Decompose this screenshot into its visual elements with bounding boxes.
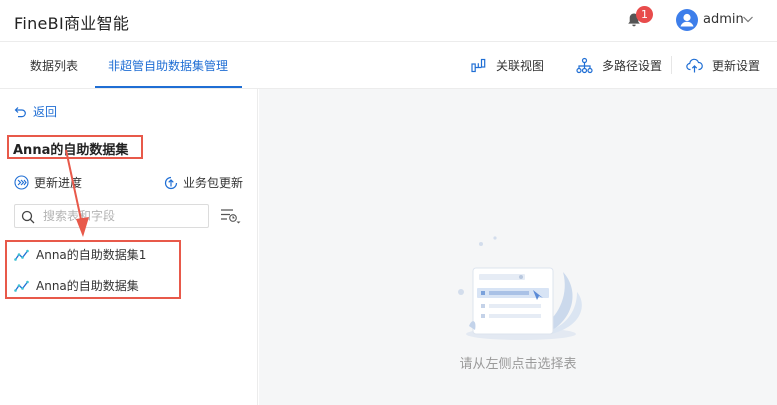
search-box[interactable] (14, 204, 209, 228)
left-panel: 返回 Anna的自助数据集 更新进度 业务包更新 搜索表和字段 Anna的自助数… (0, 89, 258, 405)
tab-data-list[interactable]: 数据列表 (30, 57, 78, 74)
notification-badge: 1 (636, 6, 653, 23)
back-link[interactable]: 返回 (14, 103, 57, 120)
line-chart-icon (14, 249, 29, 261)
package-update-button[interactable]: 业务包更新 (163, 174, 243, 191)
refresh-up-icon (164, 176, 178, 189)
avatar[interactable] (676, 9, 698, 31)
list-item-label: Anna的自助数据集1 (36, 248, 147, 262)
tabs-toolbar: 数据列表 非超管自助数据集管理 关联视图 多路径设置 更新设置 (0, 42, 777, 89)
tab-self-service-dataset-management[interactable]: 非超管自助数据集管理 (108, 57, 228, 74)
right-panel: 请从左侧点击选择表 (259, 89, 777, 405)
toolbar-divider (671, 56, 672, 74)
app-title: FineBI商业智能 (14, 14, 130, 33)
update-progress-button[interactable]: 更新进度 (14, 174, 82, 191)
empty-state-hint: 请从左侧点击选择表 (459, 357, 577, 372)
user-icon (680, 13, 694, 27)
dataset-title: Anna的自助数据集 (13, 143, 129, 158)
list-item[interactable]: Anna的自助数据集 (14, 277, 139, 294)
filter-list-icon[interactable] (219, 207, 241, 225)
fast-forward-icon (14, 175, 29, 190)
relation-view-label: 关联视图 (496, 58, 545, 73)
hierarchy-icon (576, 57, 593, 73)
list-item-label: Anna的自助数据集 (36, 279, 139, 293)
chevron-down-icon[interactable] (742, 14, 754, 24)
list-item[interactable]: Anna的自助数据集1 (14, 246, 146, 263)
relation-view-button[interactable]: 关联视图 (470, 56, 544, 74)
multipath-settings-label: 多路径设置 (602, 58, 663, 73)
back-label: 返回 (33, 105, 58, 119)
cloud-upload-icon (686, 58, 703, 72)
search-input[interactable] (43, 207, 203, 225)
user-name[interactable]: admin (703, 12, 744, 27)
update-settings-button[interactable]: 更新设置 (686, 56, 760, 74)
line-chart-icon (14, 280, 29, 292)
search-icon (21, 210, 35, 224)
update-settings-label: 更新设置 (712, 58, 761, 73)
package-update-label: 业务包更新 (183, 176, 244, 190)
back-arrow-icon (14, 107, 26, 118)
update-progress-label: 更新进度 (34, 176, 83, 190)
empty-state-illustration-icon (458, 236, 582, 340)
active-tab-indicator (95, 86, 242, 88)
relation-view-icon (471, 58, 486, 72)
multipath-settings-button[interactable]: 多路径设置 (576, 56, 662, 74)
top-bar: FineBI商业智能 1 admin (0, 0, 777, 42)
